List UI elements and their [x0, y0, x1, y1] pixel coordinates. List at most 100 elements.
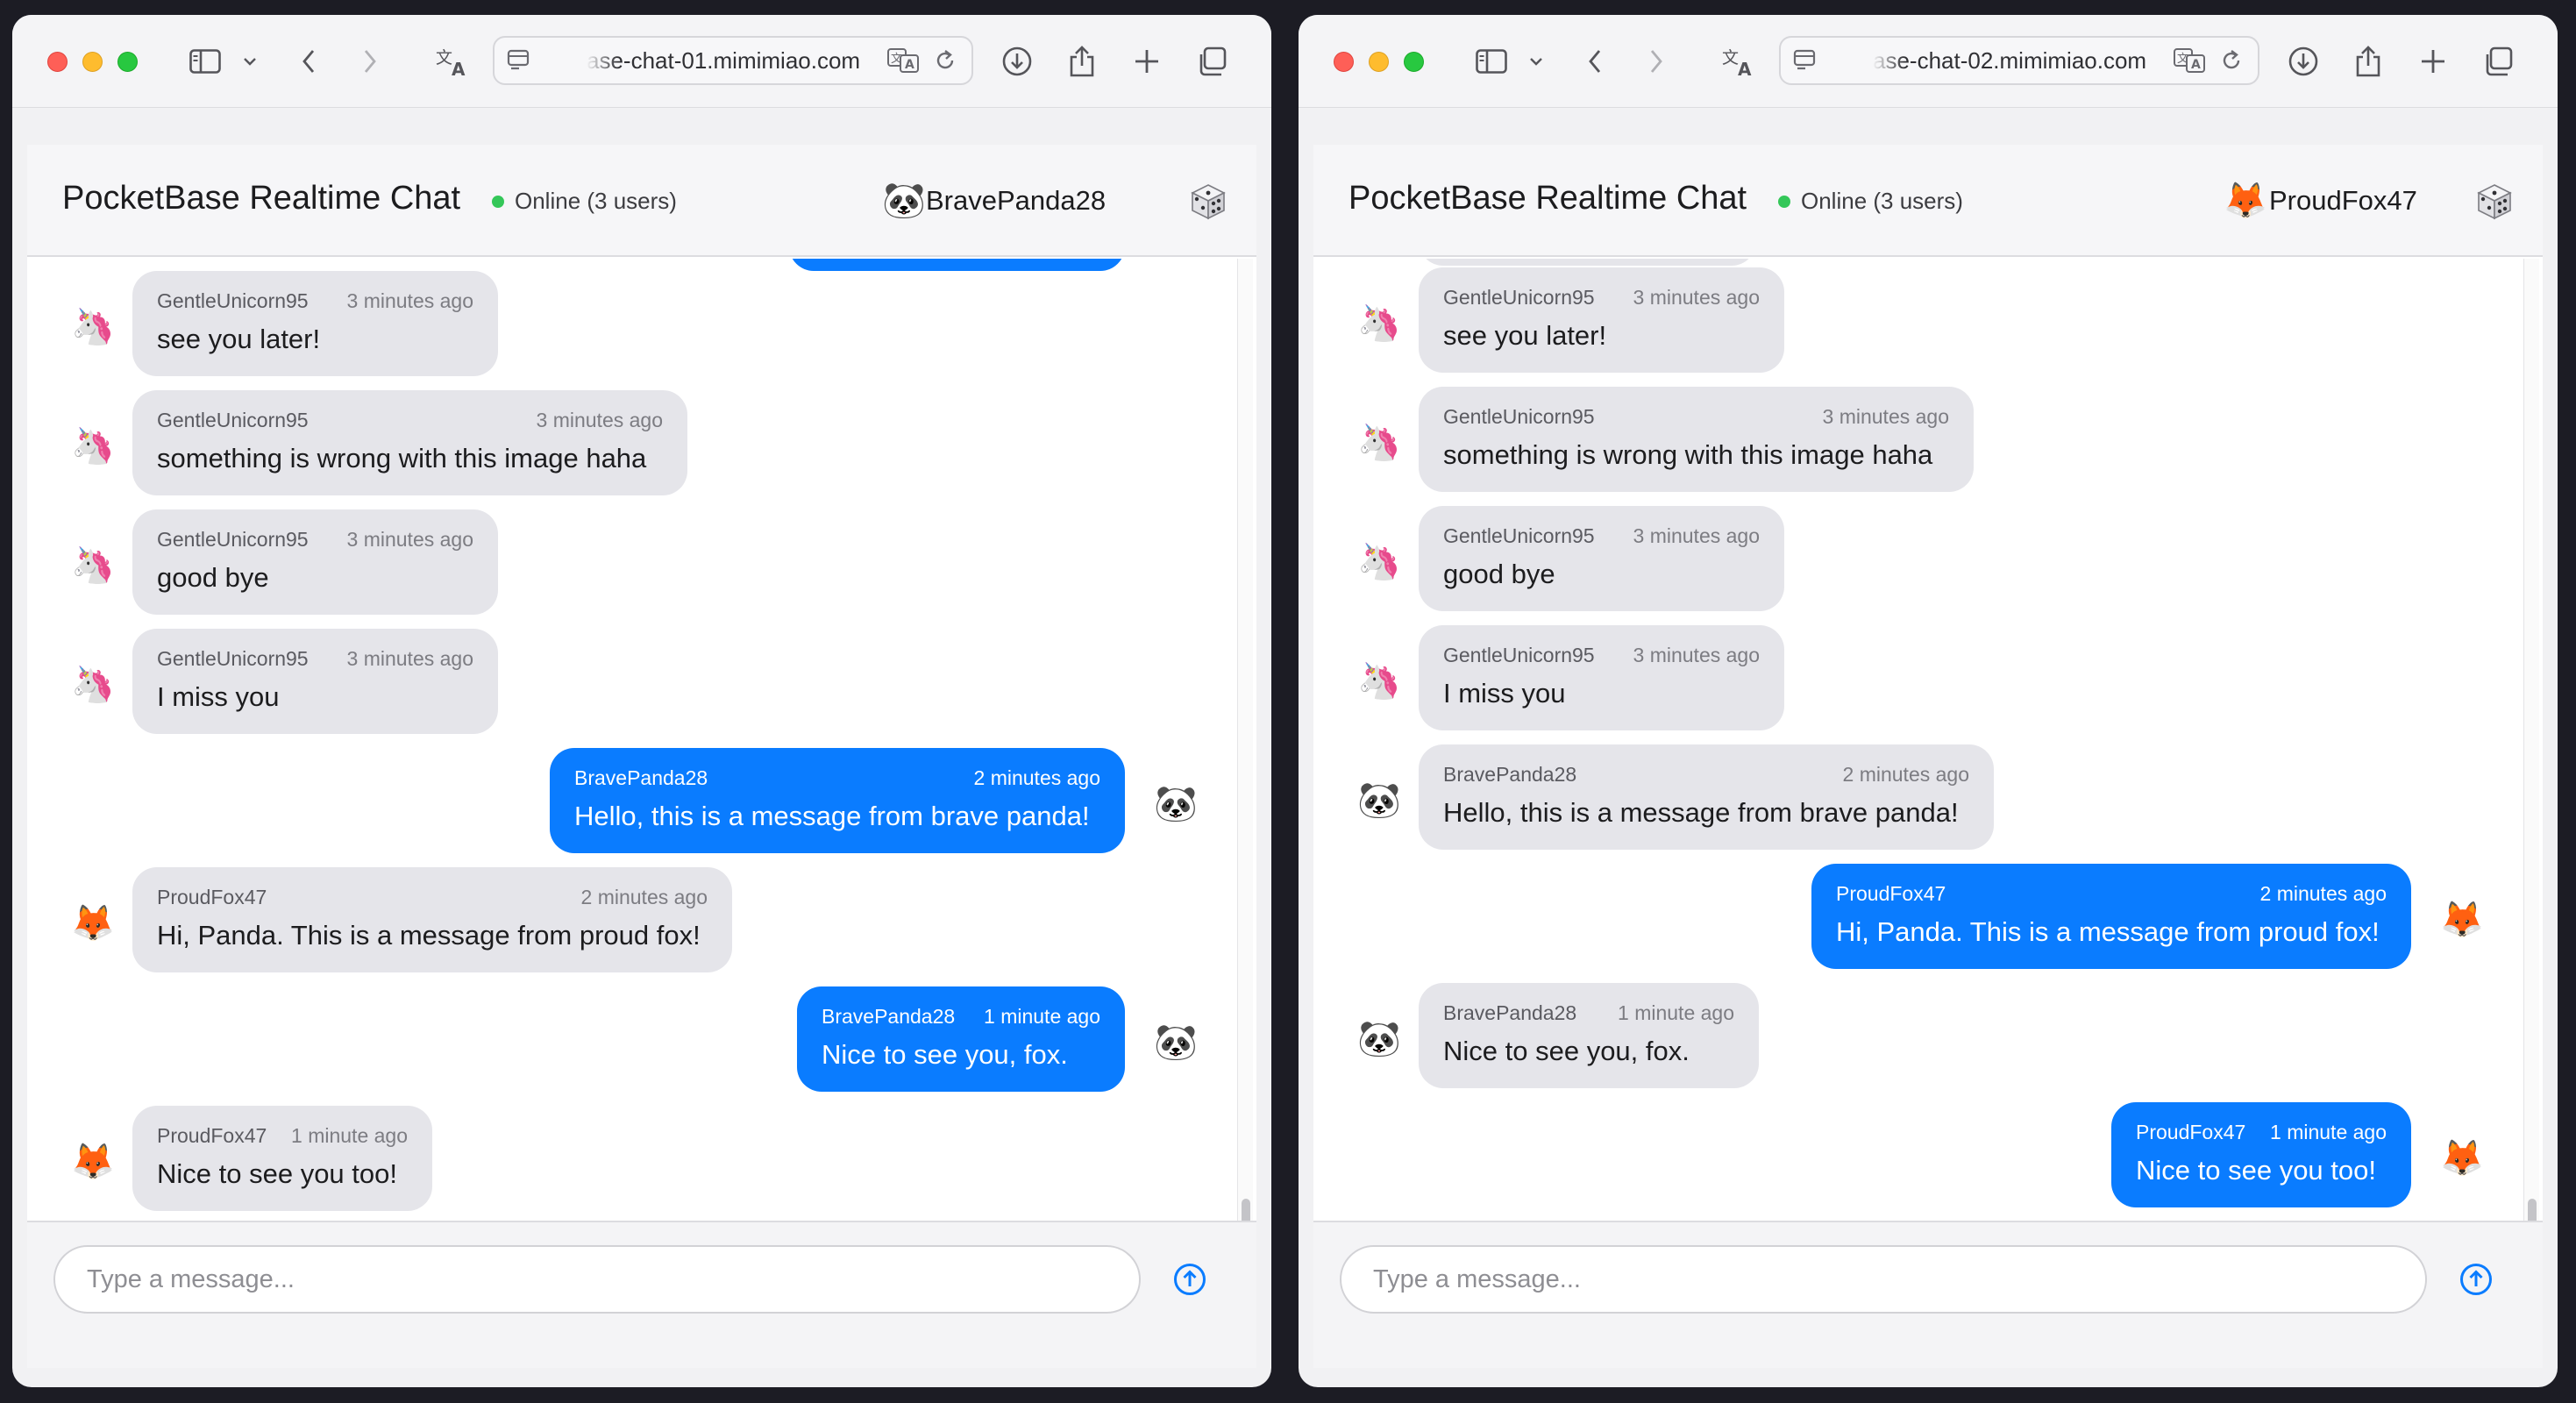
- message-bubble[interactable]: GentleUnicorn95 3 minutes ago good bye: [132, 509, 498, 615]
- sidebar-toggle-button[interactable]: [179, 44, 231, 79]
- back-button[interactable]: [1577, 44, 1612, 79]
- message-input[interactable]: [53, 1245, 1141, 1314]
- sidebar-icon: [189, 49, 221, 74]
- chevron-down-icon: [244, 58, 256, 66]
- translate-page-icon[interactable]: 文A: [2174, 48, 2207, 73]
- message-bubble[interactable]: GentleUnicorn95 3 minutes ago see you late…: [132, 271, 498, 376]
- downloads-button[interactable]: [2284, 44, 2323, 79]
- message-bubble-partial: [789, 259, 1125, 271]
- chevron-right-icon: [364, 50, 376, 73]
- message-row: 🦄 GentleUnicorn95 3 minutes ago see you lat…: [27, 271, 1256, 376]
- message-bubble[interactable]: ProudFox47 1 minute ago Nice to see you to…: [132, 1106, 432, 1211]
- svg-text:文: 文: [1722, 48, 1739, 68]
- message-input[interactable]: [1340, 1245, 2427, 1314]
- message-text: Nice to see you too!: [2136, 1155, 2376, 1186]
- forward-button[interactable]: [1639, 44, 1674, 79]
- message-avatar: 🐼: [1357, 1020, 1401, 1058]
- message-bubble[interactable]: GentleUnicorn95 3 minutes ago something is…: [1419, 387, 1974, 492]
- message-bubble[interactable]: BravePanda28 2 minutes ago Hello, this is …: [1419, 744, 1994, 850]
- message-timestamp: 3 minutes ago: [346, 288, 473, 312]
- tab-group-dropdown[interactable]: [237, 44, 263, 79]
- tab-overview-button[interactable]: [1192, 44, 1231, 79]
- message-row: 🐼 BravePanda28 1 minute ago Nice to see you…: [1313, 983, 2543, 1088]
- message-bubble[interactable]: GentleUnicorn95 3 minutes ago see you late…: [1419, 267, 1784, 373]
- online-status-text: Online (3 users): [515, 188, 677, 214]
- page-icon: [507, 49, 530, 70]
- message-avatar: 🦄: [71, 666, 115, 704]
- message-bubble[interactable]: GentleUnicorn95 3 minutes ago I miss you: [132, 629, 498, 734]
- sidebar-toggle-button[interactable]: [1465, 44, 1518, 79]
- message-meta: ProudFox47 1 minute ago: [2136, 1119, 2387, 1145]
- reload-icon[interactable]: [2219, 48, 2244, 73]
- message-meta: GentleUnicorn95 3 minutes ago: [1443, 523, 1760, 549]
- message-bubble[interactable]: GentleUnicorn95 3 minutes ago I miss you: [1419, 625, 1784, 730]
- message-text: something is wrong with this image haha: [157, 443, 647, 474]
- zoom-window-button[interactable]: [1404, 52, 1424, 72]
- message-meta: BravePanda28 2 minutes ago: [1443, 761, 1969, 787]
- message-text: see you later!: [1443, 320, 1607, 351]
- message-text: Hello, this is a message from brave pand…: [1443, 797, 1959, 828]
- message-author: ProudFox47: [157, 1123, 267, 1147]
- message-meta: GentleUnicorn95 3 minutes ago: [157, 288, 473, 314]
- svg-text:A: A: [1738, 59, 1752, 77]
- send-icon[interactable]: [2459, 1262, 2494, 1297]
- message-list[interactable]: 🦄 GentleUnicorn95 3 minutes ago see you lat…: [27, 259, 1256, 1221]
- message-timestamp: 2 minutes ago: [2259, 881, 2387, 905]
- message-author: BravePanda28: [1443, 1001, 1577, 1024]
- tabs-icon: [1199, 46, 1227, 76]
- message-bubble[interactable]: BravePanda28 1 minute ago Nice to see you,…: [797, 986, 1125, 1092]
- message-avatar: 🐼: [1357, 781, 1401, 820]
- new-tab-button[interactable]: [2416, 44, 2451, 79]
- close-window-button[interactable]: [1334, 52, 1354, 72]
- tab-group-dropdown[interactable]: [1523, 44, 1549, 79]
- message-scrollbar[interactable]: [2523, 259, 2539, 1353]
- message-author: GentleUnicorn95: [157, 527, 309, 551]
- message-bubble[interactable]: GentleUnicorn95 3 minutes ago good bye: [1419, 506, 1784, 611]
- message-row: 🦊 ProudFox47 2 minutes ago Hi, Panda. This …: [1313, 864, 2543, 969]
- downloads-button[interactable]: [998, 44, 1036, 79]
- message-row: 🦄 GentleUnicorn95 3 minutes ago I miss you: [1313, 625, 2543, 730]
- tab-overview-button[interactable]: [2479, 44, 2517, 79]
- message-meta: BravePanda28 2 minutes ago: [574, 765, 1100, 791]
- share-button[interactable]: [2349, 44, 2387, 79]
- message-avatar: 🦊: [71, 904, 115, 943]
- zoom-window-button[interactable]: [117, 52, 138, 72]
- message-meta: ProudFox47 2 minutes ago: [1836, 880, 2387, 907]
- share-button[interactable]: [1063, 44, 1101, 79]
- plus-icon: [1135, 50, 1158, 73]
- new-tab-button[interactable]: [1129, 44, 1164, 79]
- current-user-avatar: 🦊: [2224, 182, 2267, 220]
- message-meta: GentleUnicorn95 3 minutes ago: [1443, 284, 1760, 310]
- translate-button[interactable]: 文A: [1718, 44, 1760, 79]
- back-button[interactable]: [291, 44, 326, 79]
- forward-button[interactable]: [352, 44, 388, 79]
- dice-icon[interactable]: [1188, 182, 1228, 222]
- minimize-window-button[interactable]: [82, 52, 103, 72]
- message-bubble[interactable]: BravePanda28 2 minutes ago Hello, this is …: [550, 748, 1125, 853]
- message-avatar: 🦄: [1357, 662, 1401, 701]
- message-avatar: 🦄: [1357, 304, 1401, 343]
- message-timestamp: 3 minutes ago: [536, 408, 663, 431]
- message-row: 🦄 GentleUnicorn95 3 minutes ago I miss you: [27, 629, 1256, 734]
- message-scrollbar[interactable]: [1237, 259, 1253, 1353]
- message-bubble[interactable]: ProudFox47 2 minutes ago Hi, Panda. This i…: [132, 867, 732, 972]
- message-meta: GentleUnicorn95 3 minutes ago: [1443, 642, 1760, 668]
- close-window-button[interactable]: [47, 52, 68, 72]
- dice-icon[interactable]: [2474, 182, 2515, 222]
- message-timestamp: 2 minutes ago: [1842, 762, 1969, 786]
- address-bar[interactable]: ase-chat-02.mimimiao.com 文A: [1779, 36, 2259, 85]
- translate-button[interactable]: 文A: [431, 44, 473, 79]
- address-bar[interactable]: ase-chat-01.mimimiao.com 文A: [493, 36, 973, 85]
- svg-text:A: A: [452, 59, 466, 77]
- send-icon[interactable]: [1172, 1262, 1207, 1297]
- message-bubble[interactable]: ProudFox47 2 minutes ago Hi, Panda. This i…: [1811, 864, 2411, 969]
- message-row: 🦊 ProudFox47 2 minutes ago Hi, Panda. This …: [27, 867, 1256, 972]
- message-list[interactable]: 🦄 GentleUnicorn95 3 minutes ago see you lat…: [1313, 259, 2543, 1221]
- message-row: 🐼 BravePanda28 1 minute ago Nice to see you…: [27, 986, 1256, 1092]
- reload-icon[interactable]: [933, 48, 957, 73]
- message-bubble[interactable]: GentleUnicorn95 3 minutes ago something is…: [132, 390, 687, 495]
- translate-page-icon[interactable]: 文A: [887, 48, 921, 73]
- message-bubble[interactable]: ProudFox47 1 minute ago Nice to see you to…: [2111, 1102, 2411, 1207]
- message-bubble[interactable]: BravePanda28 1 minute ago Nice to see you,…: [1419, 983, 1759, 1088]
- minimize-window-button[interactable]: [1369, 52, 1389, 72]
